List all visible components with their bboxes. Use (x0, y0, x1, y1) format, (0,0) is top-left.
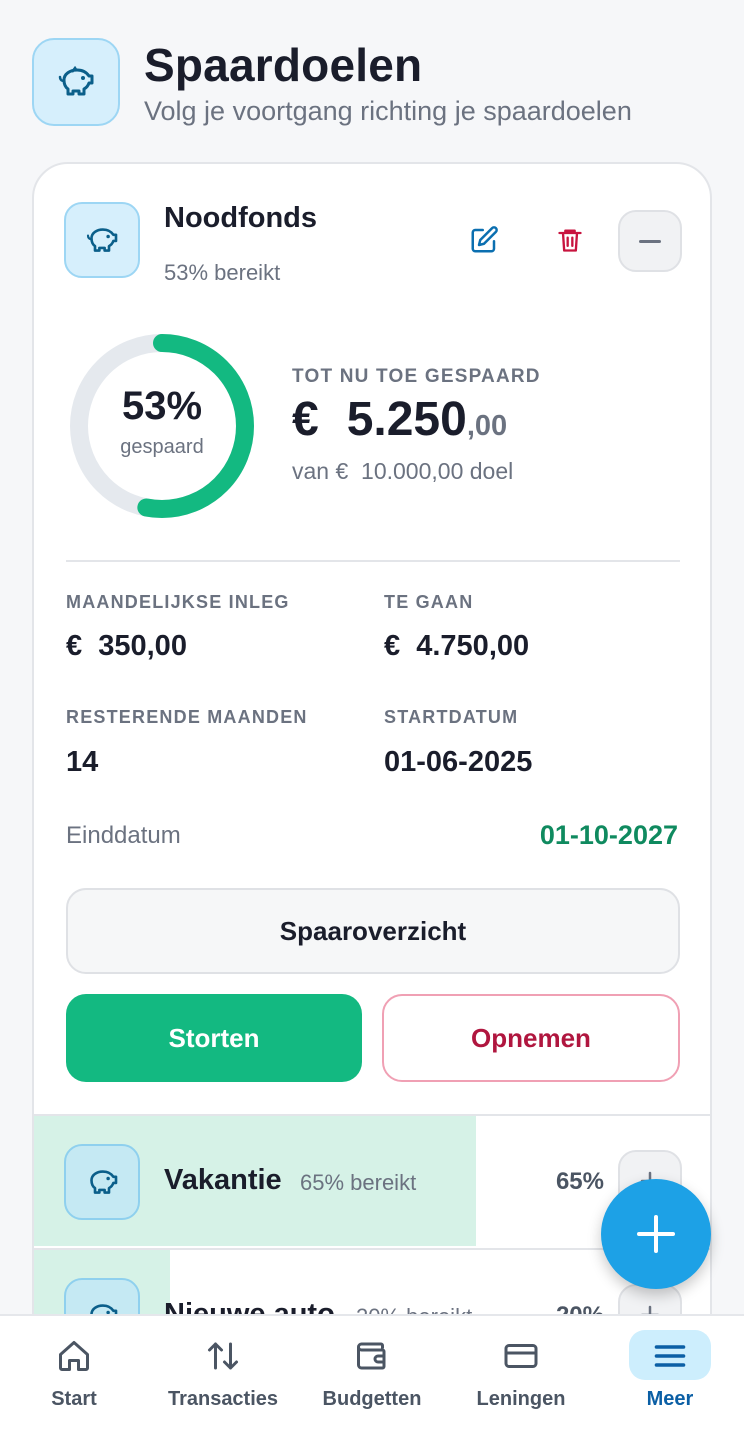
saved-amount: €5.250,00 (292, 392, 507, 447)
goal-reached-text: 53% bereikt (164, 260, 281, 285)
wallet-icon (298, 1334, 446, 1378)
ring-percent: 53% (121, 384, 203, 428)
nav-label: Start (51, 1388, 97, 1410)
remaining-amount-label: TE GAAN (384, 592, 474, 612)
page-title: Spaardoelen (144, 39, 423, 91)
nav-label: Meer (646, 1388, 694, 1410)
trash-icon (558, 229, 582, 252)
goal-card: Noodfonds 53% bereikt 53% gespaard TOT N… (32, 162, 712, 1362)
nav-item-leningen[interactable]: Leningen (447, 1316, 595, 1436)
minus-icon (639, 239, 661, 243)
remaining-months-label: RESTERENDE MAANDEN (66, 707, 308, 727)
saved-cents: ,00 (466, 410, 508, 442)
withdraw-button[interactable]: Opnemen (382, 994, 680, 1082)
monthly-contribution-label: MAANDELIJKSE INLEG (66, 592, 290, 612)
nav-item-transacties[interactable]: Transacties (149, 1316, 297, 1436)
remaining-months-value: 14 (66, 746, 99, 778)
page-subtitle: Volg je voortgang richting je spaardoele… (144, 96, 632, 126)
collapse-button[interactable] (618, 210, 682, 272)
piggy-bank-icon (64, 1144, 140, 1220)
nav-label: Leningen (476, 1388, 566, 1410)
edit-goal-button[interactable] (464, 220, 504, 260)
goal-name: Noodfonds (164, 202, 318, 234)
deposit-button[interactable]: Storten (66, 994, 362, 1082)
ring-label: gespaard (120, 436, 204, 458)
end-date-value: 01-10-2027 (539, 820, 678, 850)
goal-row-name: Vakantie (164, 1164, 282, 1196)
piggy-bank-icon (64, 202, 140, 278)
pencil-square-icon (471, 226, 498, 253)
goal-row-reached: 65% bereikt (300, 1170, 417, 1195)
nav-item-budgetten[interactable]: Budgetten (298, 1316, 446, 1436)
add-goal-button[interactable] (601, 1179, 711, 1289)
delete-goal-button[interactable] (550, 220, 590, 260)
end-date-label: Einddatum (66, 822, 181, 849)
home-icon (0, 1334, 148, 1378)
saved-whole: 5.250 (346, 393, 467, 446)
saved-label: TOT NU TOE GESPAARD (292, 366, 541, 387)
remaining-amount-value: € 4.750,00 (384, 630, 530, 662)
credit-card-icon (447, 1334, 595, 1378)
divider (66, 560, 680, 562)
currency-symbol: € (292, 393, 319, 446)
start-date-label: STARTDATUM (384, 707, 519, 727)
bottom-navigation: Start Transacties Budgetten Leningen Mee… (0, 1314, 744, 1448)
savings-overview-button[interactable]: Spaaroverzicht (66, 888, 680, 974)
piggy-bank-icon (32, 38, 120, 126)
plus-icon (637, 1215, 675, 1253)
nav-label: Transacties (167, 1388, 279, 1410)
nav-item-meer[interactable]: Meer (596, 1316, 744, 1436)
goal-target-text: van € 10.000,00 doel (292, 458, 514, 484)
monthly-contribution-value: € 350,00 (66, 630, 187, 662)
arrows-up-down-icon (149, 1334, 297, 1378)
goal-row-percent: 65% (555, 1168, 604, 1195)
start-date-value: 01-06-2025 (384, 746, 533, 778)
savings-goals-screen: Spaardoelen Volg je voortgang richting j… (0, 0, 744, 1448)
nav-label: Budgetten (322, 1388, 422, 1410)
menu-icon (596, 1334, 744, 1378)
nav-item-start[interactable]: Start (0, 1316, 148, 1436)
